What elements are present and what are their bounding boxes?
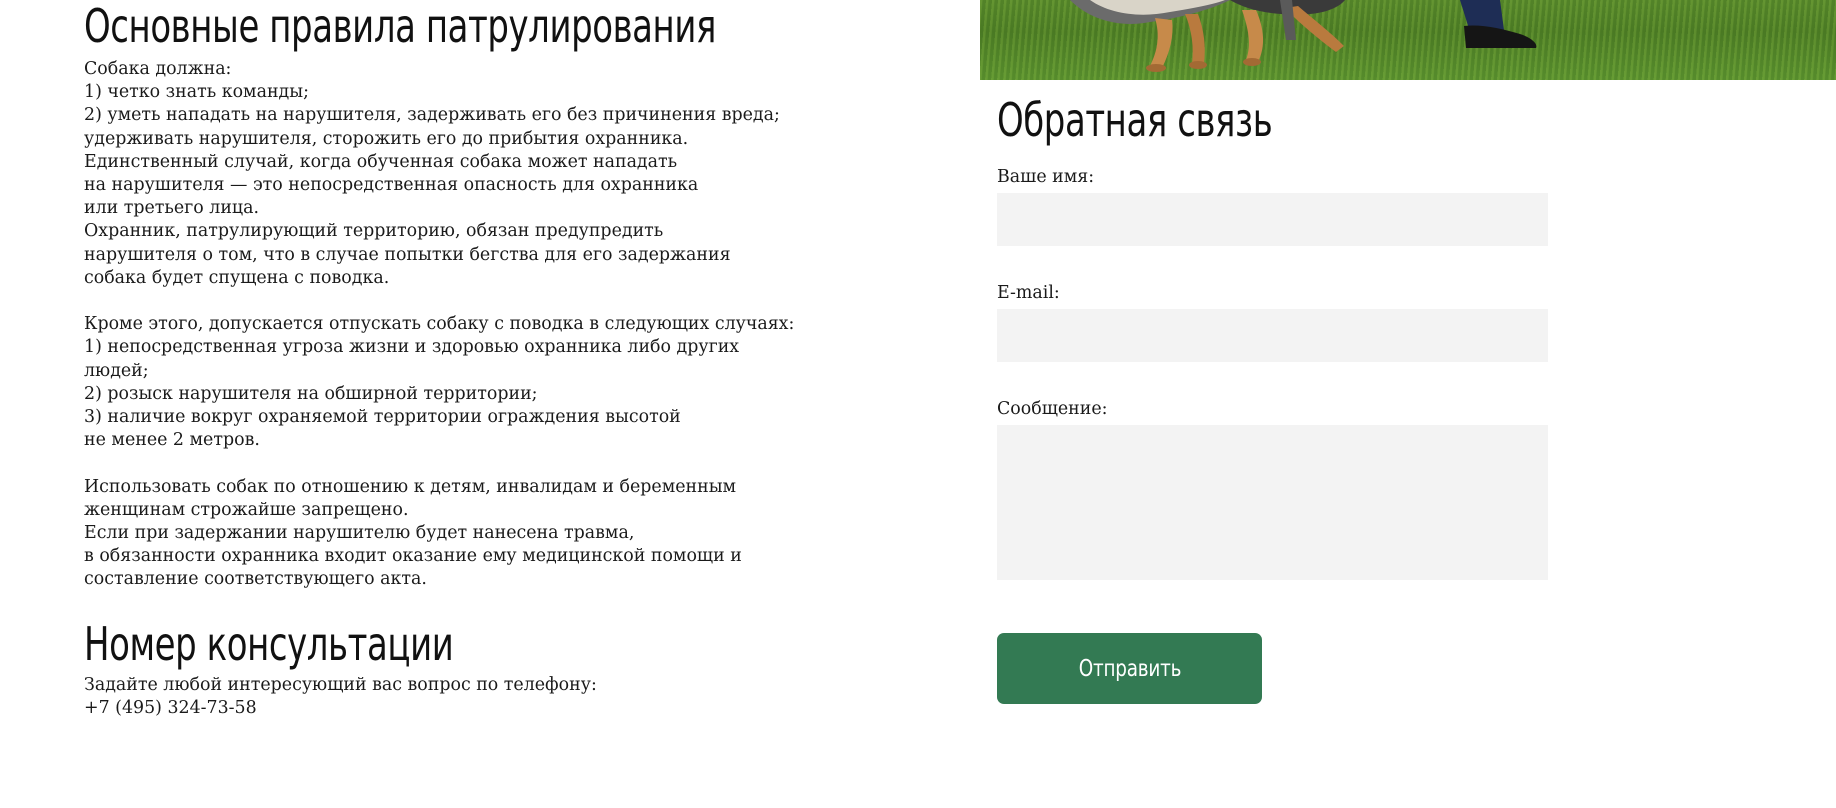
email-input[interactable] xyxy=(997,309,1548,362)
submit-button-label: Отправить xyxy=(1078,655,1181,682)
dog-legs-illustration xyxy=(1070,0,1537,72)
email-label: E-mail: xyxy=(997,283,1060,303)
name-label: Ваше имя: xyxy=(997,167,1095,187)
consultation-text: Задайте любой интересующий вас вопрос по… xyxy=(84,674,597,718)
submit-button[interactable]: Отправить xyxy=(997,633,1262,704)
feedback-form: Обратная связь Ваше имя: E-mail: Сообщен… xyxy=(997,80,1557,704)
dog-patrol-photo xyxy=(980,0,1836,80)
rules-section: Основные правила патрулирования Собака д… xyxy=(84,0,864,720)
message-textarea[interactable] xyxy=(997,425,1548,580)
rules-title: Основные правила патрулирования xyxy=(84,0,716,53)
message-label: Сообщение: xyxy=(997,399,1108,419)
feedback-title: Обратная связь xyxy=(997,93,1273,147)
consultation-title: Номер консультации xyxy=(84,616,454,671)
rules-text: Собака должна: 1) четко знать команды; 2… xyxy=(84,59,795,590)
name-input[interactable] xyxy=(997,193,1548,246)
